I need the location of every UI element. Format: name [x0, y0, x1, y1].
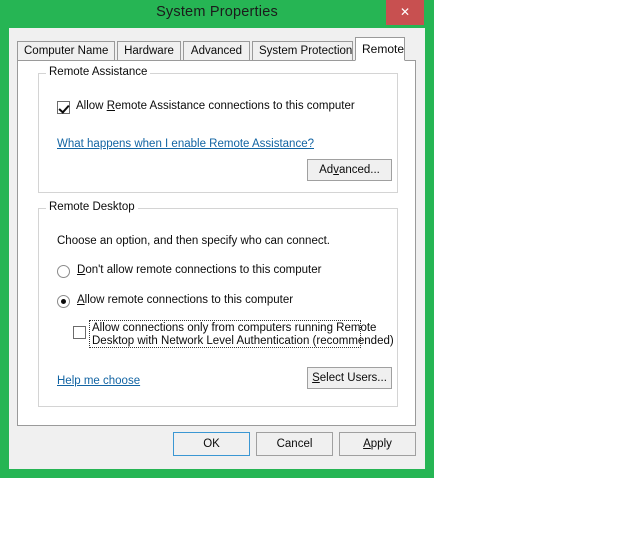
nla-label-line2: Desktop with Network Level Authenticatio…: [92, 335, 394, 347]
nla-label-line1: Allow connections only from computers ru…: [92, 322, 377, 334]
select-users-button[interactable]: Select Users...: [307, 367, 392, 389]
group-remote-assistance: Remote Assistance Allow Remote Assistanc…: [38, 66, 398, 193]
nla-checkbox[interactable]: [73, 326, 86, 339]
radio-dont-allow-remote-connections[interactable]: [57, 265, 70, 278]
close-icon[interactable]: ✕: [386, 0, 424, 25]
tab-hardware[interactable]: Hardware: [117, 41, 181, 61]
group-remote-desktop: Remote Desktop Choose an option, and the…: [38, 201, 398, 407]
advanced-button[interactable]: Advanced...: [307, 159, 392, 181]
client-area: Computer Name Hardware Advanced System Prot…: [9, 28, 425, 469]
tab-remote[interactable]: Remote: [355, 37, 405, 61]
radio-allow-remote-connections[interactable]: [57, 295, 70, 308]
cancel-button[interactable]: Cancel: [256, 432, 333, 456]
radio-dont-allow-remote-connections-label: Don't allow remote connections to this c…: [77, 264, 322, 276]
allow-remote-assistance-label: Allow Remote Assistance connections to t…: [76, 100, 355, 112]
tab-page-remote: Remote Assistance Allow Remote Assistanc…: [17, 60, 416, 426]
allow-remote-assistance-checkbox[interactable]: [57, 101, 70, 114]
radio-allow-remote-connections-label: Allow remote connections to this compute…: [77, 294, 294, 306]
group-remote-desktop-title: Remote Desktop: [46, 201, 138, 213]
dialog-button-row: OK Cancel Apply: [9, 432, 425, 462]
ok-button[interactable]: OK: [173, 432, 250, 456]
remote-assistance-help-link[interactable]: What happens when I enable Remote Assist…: [57, 138, 314, 150]
title-bar[interactable]: System Properties ✕: [0, 0, 434, 28]
system-properties-window: System Properties ✕ Computer Name Hardwar…: [0, 0, 434, 478]
help-me-choose-link[interactable]: Help me choose: [57, 375, 140, 387]
tab-computer-name[interactable]: Computer Name: [17, 41, 115, 61]
tab-advanced[interactable]: Advanced: [183, 41, 250, 61]
apply-button[interactable]: Apply: [339, 432, 416, 456]
remote-desktop-instruction: Choose an option, and then specify who c…: [57, 235, 330, 247]
tab-system-protection[interactable]: System Protection: [252, 41, 353, 61]
group-remote-assistance-title: Remote Assistance: [46, 66, 151, 78]
window-title: System Properties: [156, 4, 278, 20]
tab-strip: Computer Name Hardware Advanced System Prot…: [17, 37, 417, 61]
